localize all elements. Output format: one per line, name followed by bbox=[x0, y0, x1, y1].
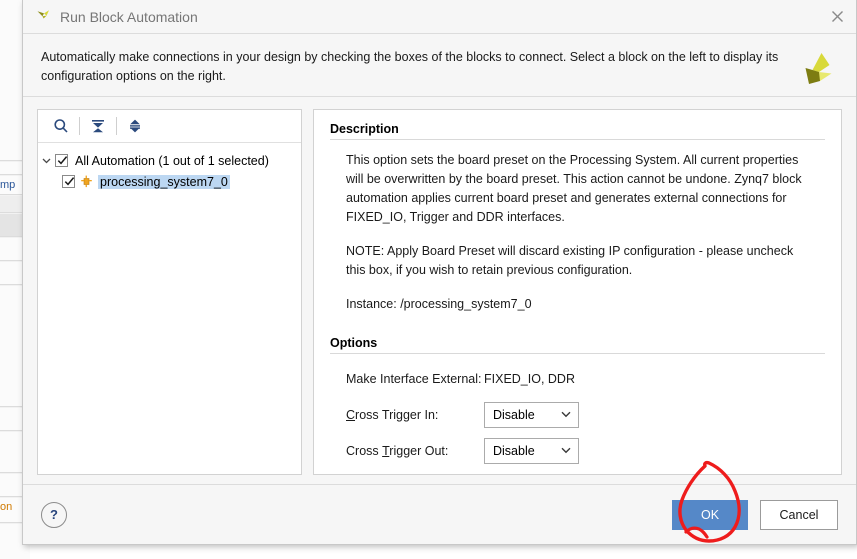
bg-fragment-text: mp bbox=[0, 179, 16, 191]
options-section: Options Make Interface External: FIXED_I… bbox=[330, 336, 825, 465]
description-section-title: Description bbox=[330, 122, 399, 136]
tree-content: All Automation (1 out of 1 selected) pro… bbox=[38, 143, 301, 474]
cross-trigger-in-dropdown[interactable]: Disable bbox=[484, 402, 579, 428]
description-panel: Description This option sets the board p… bbox=[313, 109, 842, 475]
dialog-titlebar: Run Block Automation bbox=[23, 0, 856, 34]
section-divider bbox=[330, 353, 825, 354]
description-instance-text: Instance: /processing_system7_0 bbox=[346, 297, 532, 311]
dialog-title: Run Block Automation bbox=[60, 8, 198, 25]
option-label-rest: rigger Out: bbox=[389, 444, 449, 458]
close-icon[interactable] bbox=[824, 4, 850, 30]
description-paragraph: This option sets the board preset on the… bbox=[346, 153, 802, 224]
options-section-title: Options bbox=[330, 336, 378, 350]
cross-trigger-out-dropdown[interactable]: Disable bbox=[484, 438, 579, 464]
option-mnemonic: C bbox=[346, 408, 356, 422]
toolbar-separator bbox=[79, 117, 80, 135]
xilinx-pinwheel-logo-icon bbox=[790, 48, 834, 95]
run-block-automation-dialog: Run Block Automation Automatically make … bbox=[22, 0, 857, 545]
cross-trigger-in-value: Disable bbox=[493, 408, 535, 422]
tree-node-label-processing-system7-0: processing_system7_0 bbox=[98, 174, 230, 189]
chevron-down-icon bbox=[560, 408, 572, 423]
cancel-button[interactable]: Cancel bbox=[760, 499, 838, 530]
tree-row[interactable]: All Automation (1 out of 1 selected) bbox=[38, 150, 301, 171]
collapse-all-icon[interactable] bbox=[83, 113, 113, 139]
option-row-cross-trigger-out: Cross Trigger Out: Disable bbox=[330, 437, 825, 465]
tree-node-label-all-automation: All Automation (1 out of 1 selected) bbox=[75, 153, 269, 168]
tree-row[interactable]: processing_system7_0 bbox=[38, 171, 301, 192]
option-value-interface-external: FIXED_IO, DDR bbox=[484, 372, 575, 386]
chevron-down-icon bbox=[560, 444, 572, 459]
toolbar-separator bbox=[116, 117, 117, 135]
option-label: Make Interface External: bbox=[346, 372, 482, 386]
description-paragraph: NOTE: Apply Board Preset will discard ex… bbox=[346, 244, 794, 277]
chevron-down-icon[interactable] bbox=[38, 155, 55, 166]
help-button[interactable]: ? bbox=[41, 501, 67, 528]
dialog-body: All Automation (1 out of 1 selected) pro… bbox=[23, 97, 856, 475]
vivado-logo-icon bbox=[35, 7, 51, 26]
dialog-header: Automatically make connections in your d… bbox=[23, 34, 856, 96]
expand-all-icon[interactable] bbox=[120, 113, 150, 139]
option-label: Cross Trigger Out: bbox=[346, 444, 484, 458]
cross-trigger-out-value: Disable bbox=[493, 444, 535, 458]
ip-block-icon bbox=[80, 175, 93, 188]
option-label: Cross Trigger In: bbox=[346, 408, 484, 422]
option-row-cross-trigger-in: Cross Trigger In: Disable bbox=[330, 401, 825, 429]
checkbox-processing-system7-0[interactable] bbox=[62, 175, 75, 188]
option-label-rest: ross Trigger In: bbox=[355, 408, 439, 422]
section-divider bbox=[330, 139, 825, 140]
option-row-make-interface-external: Make Interface External: FIXED_IO, DDR bbox=[330, 365, 825, 393]
automation-tree-panel: All Automation (1 out of 1 selected) pro… bbox=[37, 109, 302, 475]
dialog-footer: ? OK Cancel bbox=[23, 484, 856, 544]
instructions-text: Automatically make connections in your d… bbox=[41, 50, 779, 83]
ok-button[interactable]: OK bbox=[672, 499, 748, 530]
tree-toolbar bbox=[38, 110, 301, 143]
search-icon[interactable] bbox=[46, 113, 76, 139]
checkbox-all-automation[interactable] bbox=[55, 154, 68, 167]
description-body: This option sets the board preset on the… bbox=[330, 151, 811, 314]
option-label-prefix: Cross bbox=[346, 444, 383, 458]
bg-fragment-text: on bbox=[0, 501, 13, 513]
